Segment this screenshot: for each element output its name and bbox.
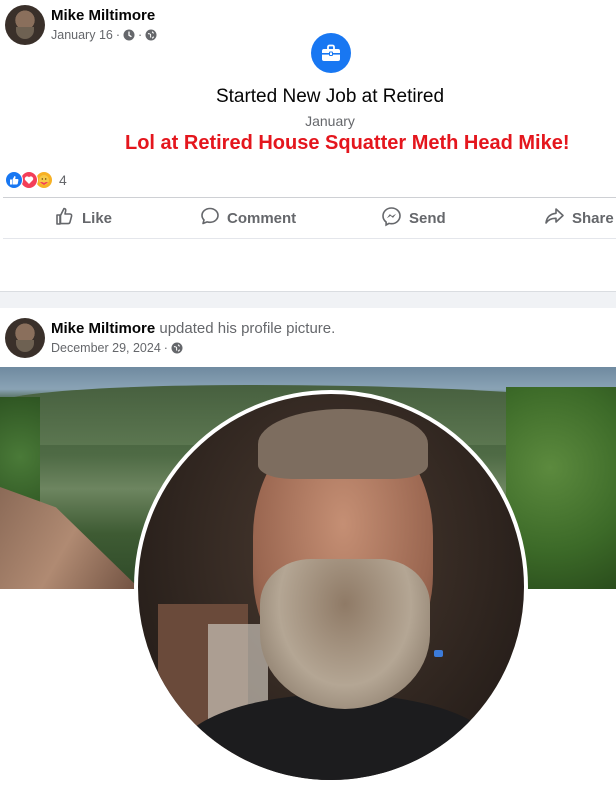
- comment-label: Comment: [227, 209, 297, 227]
- like-reaction-icon: [5, 171, 23, 189]
- messenger-icon: [381, 206, 402, 231]
- photo-blue-light: [434, 650, 443, 657]
- globe-icon: [145, 29, 157, 41]
- post-action-text: updated his profile picture.: [159, 320, 336, 337]
- share-label: Share: [572, 209, 614, 227]
- clock-icon: [123, 29, 135, 41]
- meta-separator: ·: [163, 341, 168, 355]
- photo-beard: [260, 559, 430, 709]
- briefcase-icon: [311, 33, 351, 73]
- meta-separator: ·: [115, 28, 121, 42]
- profile-picture[interactable]: [134, 390, 528, 784]
- share-arrow-icon: [544, 206, 565, 230]
- life-event-title: Started New Job at Retired: [215, 86, 445, 107]
- post-meta: December 29, 2024 ·: [51, 341, 183, 355]
- reactions-summary[interactable]: 4: [5, 171, 67, 189]
- like-button[interactable]: Like: [55, 205, 112, 231]
- post-date[interactable]: January 16: [51, 28, 113, 42]
- life-event-date: January: [305, 113, 355, 129]
- photo-hair: [258, 409, 428, 479]
- post-meta: January 16 · ·: [51, 28, 157, 42]
- author-avatar[interactable]: [5, 318, 45, 358]
- post-author-name[interactable]: Mike Miltimore: [51, 320, 155, 337]
- author-avatar[interactable]: [5, 5, 45, 45]
- send-label: Send: [409, 209, 446, 227]
- overlay-caption: Lol at Retired House Squatter Meth Head …: [125, 132, 570, 154]
- send-button[interactable]: Send: [381, 205, 446, 231]
- comment-bubble-icon: [200, 206, 220, 230]
- reaction-count: 4: [59, 172, 67, 188]
- divider: [3, 197, 616, 198]
- comment-button[interactable]: Comment: [200, 205, 296, 231]
- cover-hillside: [0, 487, 140, 589]
- post-header-text: Mike Miltimore updated his profile pictu…: [51, 320, 335, 337]
- globe-icon: [171, 342, 183, 354]
- share-button[interactable]: Share: [544, 205, 614, 231]
- divider: [3, 238, 616, 239]
- like-label: Like: [82, 209, 113, 227]
- meta-separator: ·: [138, 28, 143, 42]
- post-date[interactable]: December 29, 2024: [51, 341, 161, 355]
- post-author-name[interactable]: Mike Miltimore: [51, 7, 155, 24]
- feed-separator: [0, 291, 616, 308]
- thumbs-up-icon: [55, 206, 75, 230]
